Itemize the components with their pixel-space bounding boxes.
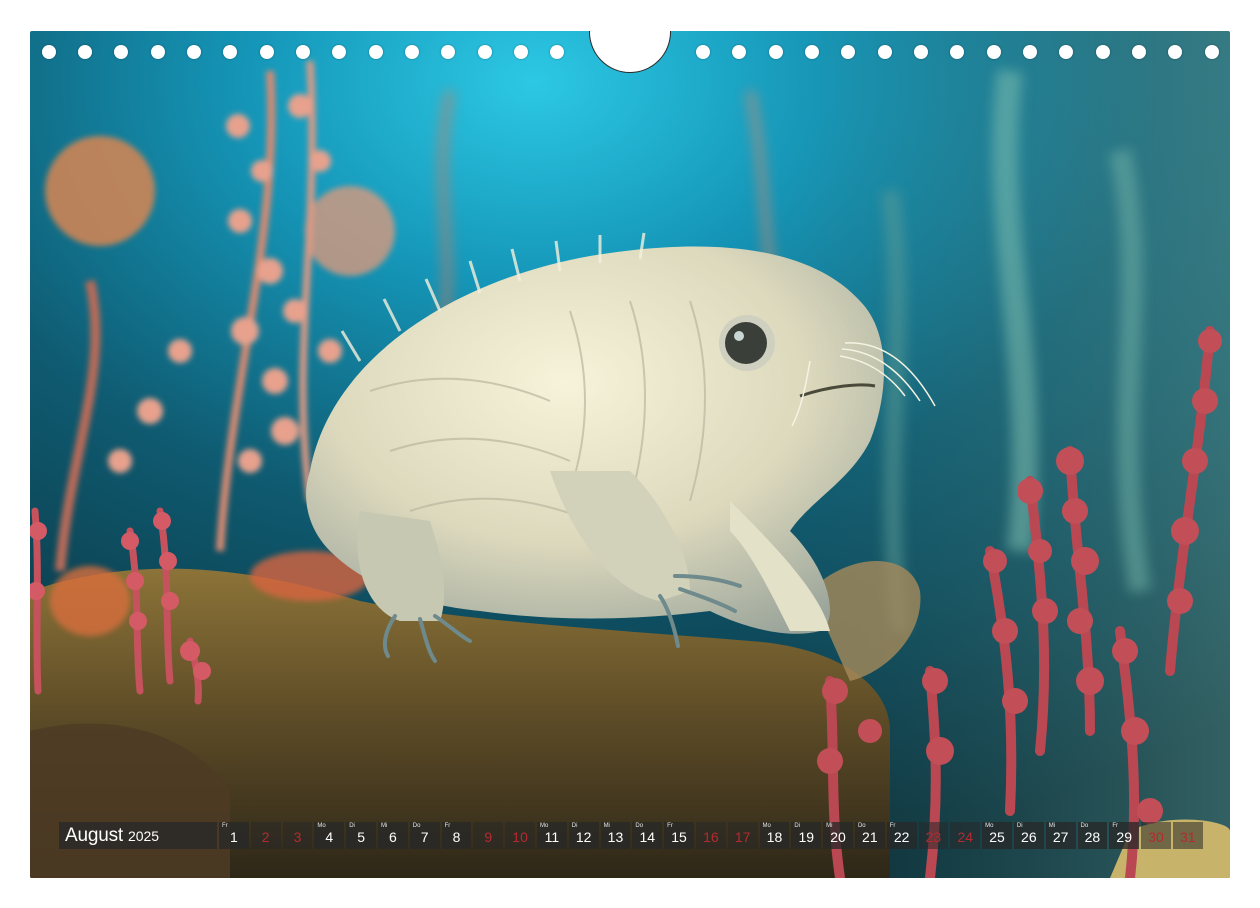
day-number: 17 [734,829,751,845]
day-number: 8 [452,829,461,845]
day-cell: Di 5 [346,822,376,849]
day-cell: Mo 11 [536,822,567,849]
day-cell: Mi 13 [600,822,631,849]
day-cell: 3 [282,822,313,849]
day-cell: Di 12 [568,822,599,849]
day-number: 25 [989,829,1005,845]
binding-hole [1096,45,1110,59]
day-cell: Mo 25 [982,822,1012,849]
day-cell: 2 [250,822,281,849]
day-cell: 30 [1141,822,1171,849]
day-number: 15 [671,829,687,845]
calendar-page [30,31,1230,878]
day-cell: Do 28 [1077,822,1108,849]
binding-hole [260,45,274,59]
binding-hole [878,45,892,59]
day-number: 10 [512,829,528,845]
binding-hole [223,45,237,59]
day-cell: Fr 15 [664,822,694,849]
binding-hole [732,45,746,59]
day-number: 20 [830,829,846,845]
day-cell: 31 [1172,822,1203,849]
day-number: 2 [261,829,270,845]
binding-hole [550,45,564,59]
binding-hole [296,45,310,59]
day-cell: Do 14 [632,822,663,849]
day-number: 18 [766,829,783,845]
binding-hole [950,45,964,59]
day-number: 1 [230,829,238,845]
day-cell: Mi 27 [1045,822,1076,849]
day-cell: Fr 22 [886,822,917,849]
binding-hole [187,45,201,59]
binding-hole [151,45,165,59]
binding-hole [987,45,1001,59]
binding-hole [78,45,92,59]
binding-hole [1168,45,1182,59]
month-label: August 2025 [59,822,217,849]
binding-hole [1132,45,1146,59]
day-number: 23 [925,829,942,845]
day-number: 13 [607,829,624,845]
day-number: 16 [703,829,719,845]
binding-hole [1059,45,1073,59]
day-number: 12 [575,829,592,845]
binding-hole [441,45,455,59]
binding-hole [841,45,855,59]
day-number: 24 [957,829,974,845]
day-number: 30 [1148,829,1164,845]
day-number: 3 [293,829,302,845]
day-cell: Mo 4 [314,822,345,849]
binding-hole [769,45,783,59]
day-cell: Fr 8 [441,822,472,849]
day-number: 28 [1084,829,1101,845]
day-cell: Fr 29 [1109,822,1140,849]
binding-hole [478,45,492,59]
day-cell: Mi 20 [823,822,853,849]
day-number: 5 [357,829,365,845]
day-number: 31 [1180,829,1196,845]
day-number: 19 [798,829,815,845]
day-number: 21 [862,829,878,845]
day-number: 4 [325,829,334,845]
day-number: 6 [388,829,397,845]
binding-hole [332,45,346,59]
day-cell: Mo 18 [759,822,790,849]
day-cell: Di 19 [791,822,822,849]
day-cell: 24 [950,822,981,849]
year: 2025 [127,827,160,844]
day-number: 26 [1021,829,1037,845]
day-cell: 17 [727,822,758,849]
binding-hole [369,45,383,59]
day-number: 14 [639,829,656,845]
day-number: 27 [1052,829,1069,845]
binding-hole [805,45,819,59]
date-strip: August 2025 Fr 1 2 3 Mo 4 Di 5 Mi 6 Do 7 Fr 8 9 10 Mo 11 D… [59,822,1203,849]
binding-hole [1023,45,1037,59]
tardigrade-photo [30,31,1230,878]
day-number: 29 [1116,829,1132,845]
binding-hole [114,45,128,59]
binding-hole [1205,45,1219,59]
day-cell: 23 [918,822,949,849]
binding-hole [696,45,710,59]
binding-hole [914,45,928,59]
day-cell: 10 [505,822,535,849]
day-cell: 16 [695,822,726,849]
day-number: 7 [420,829,429,845]
binding-hole [42,45,56,59]
month-name: August [65,824,123,846]
binding-hole [405,45,419,59]
day-cell: Do 21 [854,822,885,849]
day-cell: Di 26 [1013,822,1044,849]
day-cell: Do 7 [409,822,440,849]
day-cell: Fr 1 [219,822,249,849]
day-cell: 9 [473,822,504,849]
day-number: 9 [484,829,493,845]
day-number: 22 [893,829,910,845]
binding-hole [514,45,528,59]
day-cell: Mi 6 [377,822,408,849]
day-number: 11 [544,829,560,845]
